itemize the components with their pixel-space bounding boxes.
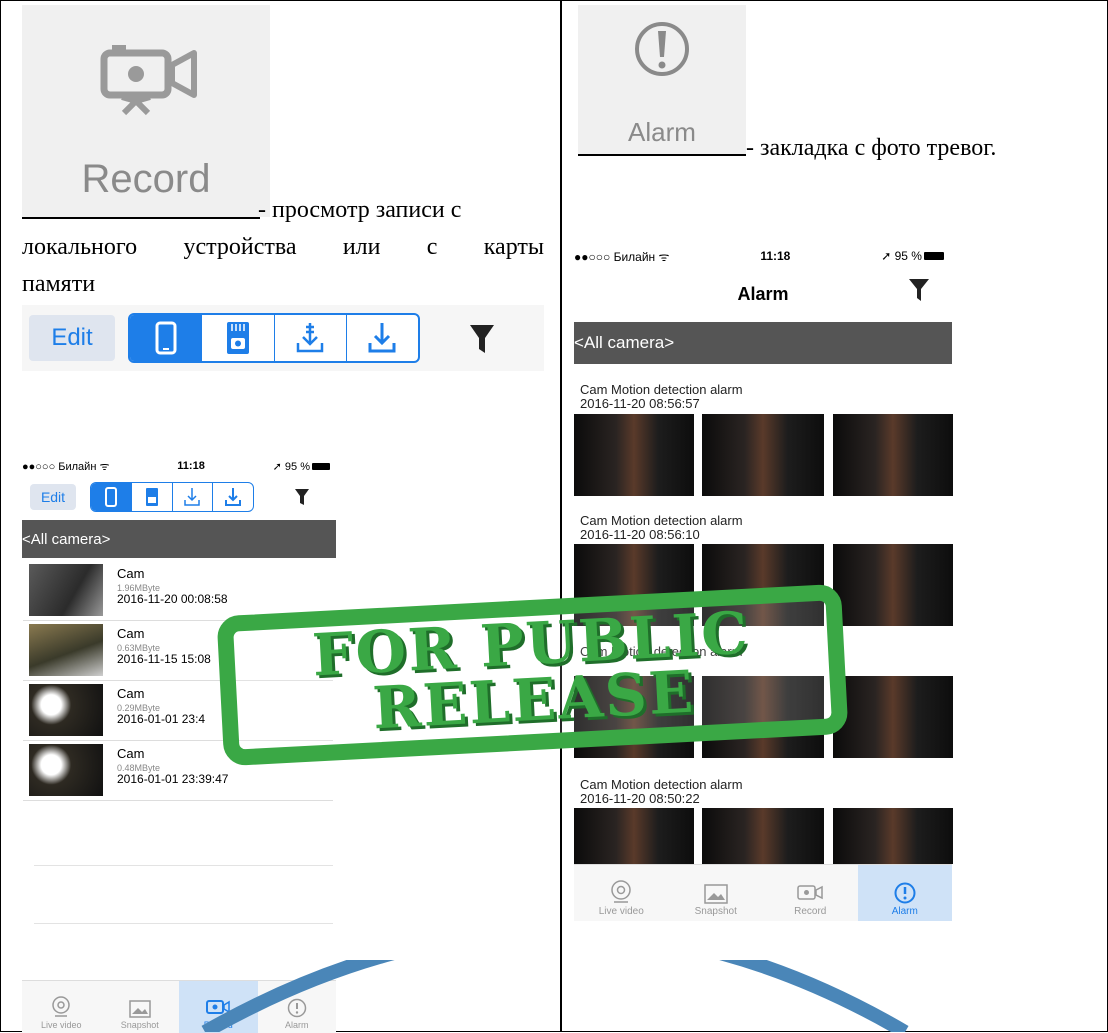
segment-phone[interactable] xyxy=(91,483,132,511)
record-thumbnail xyxy=(29,744,103,796)
sd-card-icon xyxy=(226,322,249,354)
clock-text: 11:18 xyxy=(177,460,205,472)
tab-label: Live video xyxy=(598,906,644,917)
alarm-photo[interactable] xyxy=(702,808,824,864)
tab-label: Alarm xyxy=(891,906,918,917)
record-tile: Record xyxy=(22,5,270,217)
record-date: 2016-11-15 15:08 xyxy=(117,652,211,666)
status-bar: ●●○○○ Билайн ᯤ 11:18 ➚ 95 % xyxy=(22,456,336,476)
tab-label: Record xyxy=(794,906,827,917)
camera-filter-label: <All camera> xyxy=(574,333,675,352)
alarm-screen-title: Alarm xyxy=(737,284,789,304)
record-name: Cam xyxy=(117,566,145,581)
alarm-tile: Alarm xyxy=(578,5,746,155)
record-date: 2016-11-20 00:08:58 xyxy=(117,592,228,606)
record-desc-line1: - просмотр записи с xyxy=(258,197,462,223)
alarm-group-title: Cam Motion detection alarm xyxy=(580,513,743,528)
download-list-icon xyxy=(296,323,324,353)
tab-label: Snapshot xyxy=(694,906,737,917)
alarm-photo[interactable] xyxy=(833,544,953,626)
live-video-icon xyxy=(611,880,631,903)
record-thumbnail xyxy=(29,564,103,616)
alarm-description: - закладка с фото тревог. xyxy=(746,135,997,161)
edit-button-label: Edit xyxy=(51,324,93,351)
source-segmented-control[interactable] xyxy=(128,313,420,363)
record-thumbnail xyxy=(29,624,103,676)
record-tile-label: Record xyxy=(81,157,211,201)
alarm-photo[interactable] xyxy=(833,676,953,758)
segment-download-list[interactable] xyxy=(173,483,214,511)
record-desc-line3: памяти xyxy=(22,271,96,297)
tab-alarm[interactable]: Alarm xyxy=(857,865,952,921)
alarm-underline xyxy=(578,154,746,156)
segment-download-list[interactable] xyxy=(275,315,347,361)
alarm-group-date: 2016-11-20 08:56:10 xyxy=(580,527,700,542)
phone-icon xyxy=(104,487,117,507)
sd-card-icon xyxy=(145,488,158,506)
filter-icon[interactable] xyxy=(908,278,930,302)
snapshot-icon xyxy=(704,884,728,904)
tab-bar: Live video Snapshot Record Alarm xyxy=(574,864,952,921)
alarm-photo[interactable] xyxy=(702,414,824,496)
segment-sdcard[interactable] xyxy=(202,315,275,361)
alarm-photo[interactable] xyxy=(574,414,694,496)
alarm-tile-label: Alarm xyxy=(628,117,696,147)
video-camera-icon xyxy=(100,45,197,116)
exclamation-circle-icon xyxy=(635,22,689,76)
list-divider xyxy=(34,923,333,924)
column-divider xyxy=(560,0,562,1032)
record-date: 2016-01-01 23:4 xyxy=(117,712,206,726)
alarm-group-date: 2016-11-20 08:56:57 xyxy=(580,396,700,411)
record-name: Cam xyxy=(117,746,145,761)
alarm-photo[interactable] xyxy=(833,414,953,496)
edit-button[interactable]: Edit xyxy=(29,315,115,361)
download-list-icon xyxy=(184,488,201,506)
decorative-circle-arc xyxy=(201,960,909,1032)
alarm-photo[interactable] xyxy=(833,808,953,864)
filter-icon[interactable] xyxy=(468,323,496,355)
record-icon xyxy=(797,885,823,900)
status-bar: ●●○○○ Билайн ᯤ 11:18 ➚ 95 % xyxy=(574,244,952,268)
segment-sdcard[interactable] xyxy=(132,483,173,511)
carrier-text: ●●○○○ Билайн ᯤ xyxy=(574,249,670,264)
alarm-icon xyxy=(894,882,916,904)
segment-download[interactable] xyxy=(213,483,253,511)
camera-filter-bar[interactable]: <All camera> xyxy=(574,322,952,364)
list-divider xyxy=(34,865,333,866)
filter-icon[interactable] xyxy=(294,488,310,506)
record-name: Cam xyxy=(117,626,145,641)
camera-filter-label: <All camera> xyxy=(22,530,111,548)
camera-filter-bar[interactable]: <All camera> xyxy=(22,520,336,558)
tab-live-video[interactable]: Live video xyxy=(574,865,669,921)
edit-button-label: Edit xyxy=(40,489,66,505)
battery-icon xyxy=(312,463,330,470)
segment-download[interactable] xyxy=(347,315,418,361)
segment-phone[interactable] xyxy=(130,315,203,361)
source-segmented-control-small[interactable] xyxy=(90,482,254,512)
record-underline xyxy=(22,217,260,219)
clock-text: 11:18 xyxy=(760,249,791,263)
record-desc-line2: локального устройства или с карты xyxy=(22,234,544,260)
download-icon xyxy=(225,488,242,506)
download-icon xyxy=(368,323,396,353)
alarm-photo[interactable] xyxy=(574,808,694,864)
phone-icon xyxy=(155,321,177,355)
alarm-group-date: 2016-11-20 08:50:22 xyxy=(580,791,700,806)
tab-snapshot[interactable]: Snapshot xyxy=(669,865,764,921)
alarm-group-title: Cam Motion detection alarm xyxy=(580,382,743,397)
record-name: Cam xyxy=(117,686,145,701)
record-date: 2016-01-01 23:39:47 xyxy=(117,772,229,786)
carrier-text: ●●○○○ Билайн ᯤ xyxy=(22,460,110,473)
record-toolbar: Edit xyxy=(22,305,544,371)
record-thumbnail xyxy=(29,684,103,736)
battery-icon xyxy=(924,252,944,260)
tab-record[interactable]: Record xyxy=(763,865,858,921)
alarm-group-title: Cam Motion detection alarm xyxy=(580,777,743,792)
edit-button-small[interactable]: Edit xyxy=(30,484,76,510)
